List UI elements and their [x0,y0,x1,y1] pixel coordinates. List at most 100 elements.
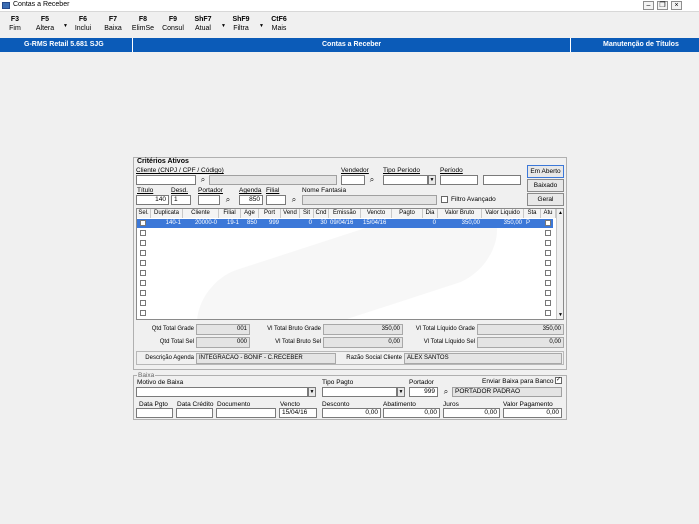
scroll-down-icon[interactable]: ▼ [558,312,563,318]
vertical-scrollbar[interactable]: ▲ ▼ [556,209,563,319]
binoculars-icon[interactable]: ⌕ [289,195,299,204]
column-header[interactable]: Duplicata [151,209,183,218]
restore-icon[interactable]: ❐ [657,1,668,10]
filtro-avancado-checkbox[interactable] [441,196,448,203]
em-aberto-button[interactable]: Em Aberto [527,165,564,178]
agenda-input[interactable]: 850 [239,195,263,205]
chevron-down-icon[interactable]: ▼ [428,175,436,185]
row-atu-checkbox[interactable] [545,290,551,296]
toolbar-button-baixa[interactable]: F7 Baixa [98,15,128,37]
desconto-input[interactable]: 0,00 [322,408,381,418]
periodo-start-input[interactable] [440,175,478,185]
periodo-end-input[interactable] [483,175,521,185]
titles-grid[interactable]: Sel. Duplicata Cliente Filial Age Port V… [136,208,564,320]
data-pgto-input[interactable] [136,408,173,418]
portador-baixa-input[interactable]: 999 [409,387,438,397]
filial-input[interactable] [266,195,286,205]
row-atu-checkbox[interactable] [545,220,551,226]
geral-button[interactable]: Geral [527,193,564,206]
enviar-baixa-banco-checkbox[interactable]: ✓ [555,377,562,384]
toolbar-button-fim[interactable]: F3 Fim [0,15,30,37]
row-atu-checkbox[interactable] [545,270,551,276]
row-select-checkbox[interactable] [140,310,146,316]
column-header[interactable]: Cnd [314,209,329,218]
column-header[interactable]: Atu [541,209,556,218]
chevron-down-icon[interactable]: ▼ [397,387,405,397]
toolbar-button-inclui[interactable]: F6 Inclui [68,15,98,37]
baixa-group-title: Baixa [137,372,156,379]
row-select-checkbox[interactable] [140,290,146,296]
toolbar-button-consul[interactable]: F9 Consul [158,15,188,37]
module-title: Contas a Receber [322,41,382,48]
row-select-checkbox[interactable] [140,270,146,276]
binoculars-icon[interactable]: ⌕ [223,195,233,204]
button-label: Consul [162,25,184,32]
column-header[interactable]: Sel. [137,209,151,218]
row-select-checkbox[interactable] [140,230,146,236]
row-atu-checkbox[interactable] [545,300,551,306]
column-header[interactable]: Filial [219,209,241,218]
row-atu-checkbox[interactable] [545,310,551,316]
cell-valor-liquido: 350,00 [503,220,522,226]
row-select-checkbox[interactable] [140,260,146,266]
row-select-checkbox[interactable] [140,250,146,256]
row-atu-checkbox[interactable] [545,240,551,246]
vencto-baixa-input[interactable]: 15/04/16 [279,408,317,418]
cell-age: 850 [246,220,257,226]
toolbar-button-altera[interactable]: F5 Altera ▼ [30,15,68,37]
binoculars-icon[interactable]: ⌕ [367,175,377,184]
scroll-up-icon[interactable]: ▲ [558,210,563,216]
desd-input[interactable]: 1 [171,195,191,205]
button-label: Fim [9,25,21,32]
motivo-baixa-select[interactable] [136,387,308,397]
row-select-checkbox[interactable] [140,220,146,226]
binoculars-icon[interactable]: ⌕ [198,175,208,184]
column-header[interactable]: Cliente [183,209,219,218]
documento-input[interactable] [216,408,276,418]
tipo-pagto-select[interactable] [322,387,397,397]
row-select-checkbox[interactable] [140,280,146,286]
column-header[interactable]: Age [241,209,259,218]
cliente-input[interactable] [136,175,196,185]
periodo-label: Período [440,167,463,174]
minimize-icon[interactable]: – [643,1,654,10]
row-select-checkbox[interactable] [140,240,146,246]
key-label: F5 [40,16,50,23]
column-header[interactable]: Sit [300,209,314,218]
column-header[interactable]: Emissão [329,209,361,218]
table-row-selected[interactable]: 140-1 20000-0 19-1 850 999 0 30 09/04/16… [137,219,553,228]
column-header[interactable]: Sta [524,209,541,218]
row-select-checkbox[interactable] [140,300,146,306]
row-atu-checkbox[interactable] [545,260,551,266]
divider [570,38,571,52]
column-header[interactable]: Port [259,209,281,218]
column-header[interactable]: Valor Bruto [438,209,482,218]
data-credito-input[interactable] [176,408,213,418]
column-header[interactable]: Pagto [392,209,423,218]
toolbar-button-elimse[interactable]: F8 ElimSe [128,15,158,37]
portador-input[interactable] [198,195,220,205]
valor-pagamento-input[interactable]: 0,00 [503,408,562,418]
chevron-down-icon[interactable]: ▼ [308,387,316,397]
qtd-total-grade-label: Qtd Total Grade [151,326,194,332]
column-header[interactable]: Valor Liquido [482,209,524,218]
row-atu-checkbox[interactable] [545,250,551,256]
toolbar-button-mais[interactable]: CtF6 Mais [264,15,294,37]
column-header[interactable]: Dia [423,209,438,218]
row-atu-checkbox[interactable] [545,280,551,286]
toolbar-button-filtra[interactable]: ShF9 Filtra ▼ [226,15,264,37]
close-icon[interactable]: × [671,1,682,10]
tipo-periodo-select[interactable] [383,175,428,185]
row-atu-checkbox[interactable] [545,230,551,236]
toolbar-button-atual[interactable]: ShF7 Atual ▼ [188,15,226,37]
column-header[interactable]: Vend [281,209,300,218]
vl-bruto-grade-label: Vl Total Bruto Grade [267,326,321,332]
juros-input[interactable]: 0,00 [443,408,500,418]
vendedor-input[interactable] [341,175,365,185]
binoculars-icon[interactable]: ⌕ [441,387,451,396]
column-header[interactable]: Vencto [361,209,392,218]
titulo-input[interactable]: 140 [136,195,169,205]
baixado-button[interactable]: Baixado [527,179,564,192]
abatimento-input[interactable]: 0,00 [383,408,440,418]
desconto-label: Desconto [322,401,350,408]
